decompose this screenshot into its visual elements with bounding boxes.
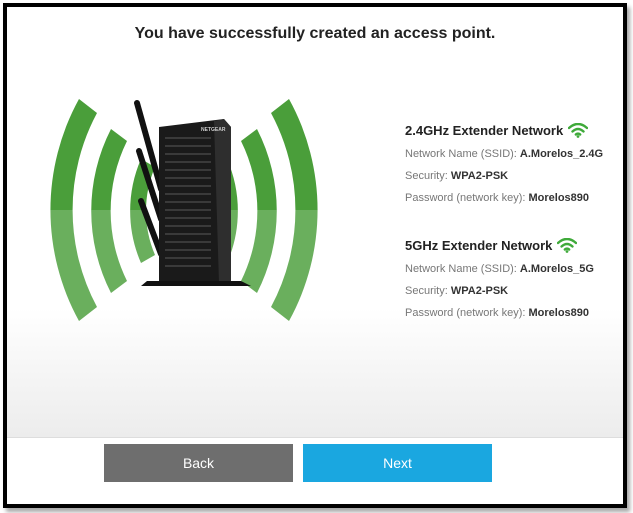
ssid-value-5ghz: A.Morelos_5G <box>519 263 594 275</box>
network-5ghz-heading: 5GHz Extender Network <box>405 237 553 253</box>
wifi-icon <box>557 237 578 253</box>
security-value-5ghz: WPA2-PSK <box>450 285 509 297</box>
extender-illustration: NETGEAR <box>19 99 349 329</box>
security-row-5ghz: Security: WPA2-PSK <box>405 285 509 297</box>
page-title: You have successfully created an access … <box>134 25 496 42</box>
ssid-value-24ghz: A.Morelos_2.4G <box>519 148 604 160</box>
password-row-24ghz: Password (network key): Morelos890 <box>405 192 590 204</box>
next-button[interactable]: Next <box>303 444 492 482</box>
back-button[interactable]: Back <box>104 444 293 482</box>
wifi-icon <box>568 122 589 138</box>
network-5ghz: 5GHz Extender Network Network Name (SSID… <box>405 234 615 324</box>
ssid-row-24ghz: Network Name (SSID): A.Morelos_2.4G <box>405 148 604 160</box>
password-value-5ghz: Morelos890 <box>528 307 590 319</box>
setup-window: You have successfully created an access … <box>3 3 627 508</box>
brand-logo: NETGEAR <box>201 127 226 133</box>
network-24ghz-heading: 2.4GHz Extender Network <box>405 122 564 138</box>
password-row-5ghz: Password (network key): Morelos890 <box>405 307 590 319</box>
ssid-row-5ghz: Network Name (SSID): A.Morelos_5G <box>405 263 594 275</box>
content-area: You have successfully created an access … <box>7 7 623 437</box>
password-value-24ghz: Morelos890 <box>528 192 590 204</box>
security-value-24ghz: WPA2-PSK <box>450 170 509 182</box>
network-24ghz: 2.4GHz Extender Network Network Name (SS… <box>405 119 615 209</box>
security-row-24ghz: Security: WPA2-PSK <box>405 170 509 182</box>
